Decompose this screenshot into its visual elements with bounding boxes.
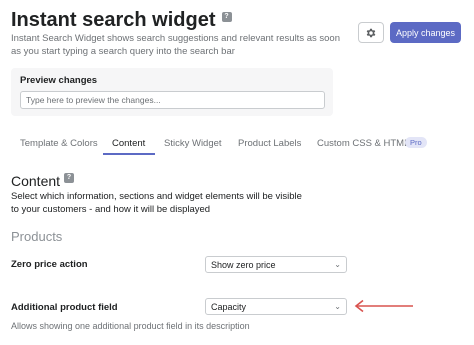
page: Instant search widget ? Instant Search W… (0, 0, 474, 345)
tab-bar: Template & Colors Content Sticky Widget … (0, 134, 474, 156)
page-title-text: Instant search widget (11, 9, 216, 31)
tab-template-colors[interactable]: Template & Colors (20, 138, 98, 149)
page-title: Instant search widget ? (11, 9, 232, 32)
preview-label: Preview changes (20, 75, 98, 86)
zero-price-action-label: Zero price action (11, 259, 88, 270)
additional-product-field-value: Capacity (211, 301, 247, 312)
chevron-down-icon: ⌄ (334, 260, 341, 269)
chevron-down-icon: ⌄ (334, 302, 341, 311)
content-help-badge[interactable]: ? (64, 172, 75, 183)
content-description: Select which information, sections and w… (11, 191, 302, 215)
products-section-title: Products (11, 229, 63, 244)
tab-content[interactable]: Content (112, 138, 145, 149)
zero-price-action-value: Show zero price (211, 259, 276, 270)
additional-product-field-help: Allows showing one additional product fi… (11, 321, 250, 331)
settings-button[interactable] (358, 22, 384, 43)
tab-custom-css-html[interactable]: Custom CSS & HTML (317, 138, 409, 149)
active-tab-indicator (103, 153, 155, 155)
preview-card: Preview changes (11, 68, 333, 116)
gear-icon (366, 28, 376, 37)
zero-price-action-select[interactable]: Show zero price ⌄ (205, 256, 347, 273)
content-heading: Content ? (11, 172, 75, 189)
arrow-left-icon (354, 299, 413, 313)
help-badge[interactable]: ? (221, 11, 232, 22)
preview-input[interactable] (20, 91, 325, 109)
additional-product-field-select[interactable]: Capacity ⌄ (205, 298, 347, 315)
additional-product-field-label: Additional product field (11, 302, 118, 313)
pro-badge: Pro (405, 137, 427, 148)
apply-changes-button[interactable]: Apply changes (390, 22, 461, 43)
page-subtitle: Instant Search Widget shows search sugge… (11, 33, 340, 57)
content-heading-text: Content (11, 173, 61, 189)
tab-sticky-widget[interactable]: Sticky Widget (164, 138, 222, 149)
tab-product-labels[interactable]: Product Labels (238, 138, 301, 149)
